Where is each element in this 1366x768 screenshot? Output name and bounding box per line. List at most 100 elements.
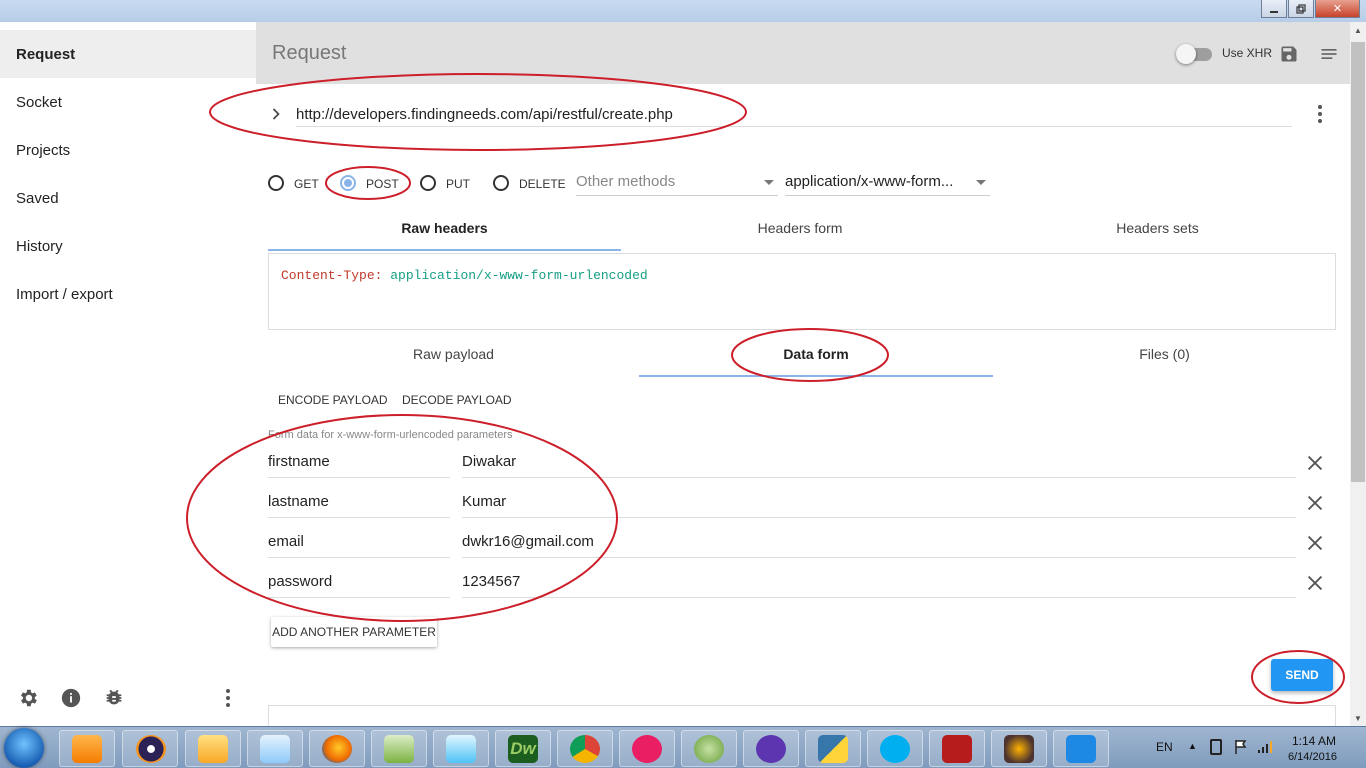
remove-param-icon[interactable] [1304,532,1326,554]
add-parameter-button[interactable]: ADD ANOTHER PARAMETER [271,617,437,647]
url-input[interactable] [296,103,1292,127]
battery-icon[interactable] [1210,739,1222,755]
javaee-ide-icon[interactable] [991,730,1047,767]
sidebar-item-socket[interactable]: Socket [0,78,256,126]
skype-icon[interactable] [867,730,923,767]
file-explorer-icon[interactable] [185,730,241,767]
clock-date[interactable]: 6/14/2016 [1288,751,1337,763]
param-name-input[interactable] [268,526,450,558]
other-methods-placeholder: Other methods [576,173,676,190]
sidebar-item-request[interactable]: Request [0,30,256,78]
main-scrollbar[interactable]: ▲ ▼ [1350,22,1366,726]
header-tab-indicator [268,249,621,251]
tab-headers-form[interactable]: Headers form [621,208,979,248]
remove-param-icon[interactable] [1304,492,1326,514]
sidebar-item-saved[interactable]: Saved [0,174,256,222]
radio-get[interactable] [268,175,284,191]
minimize-button[interactable] [1261,0,1287,18]
android-studio-icon[interactable] [681,730,737,767]
param-row [268,446,1338,480]
gear-icon[interactable] [16,686,40,710]
sidebar-footer [0,686,256,712]
tab-headers-sets[interactable]: Headers sets [979,208,1336,248]
firefox-icon[interactable] [309,730,365,767]
sidebar-item-import-export[interactable]: Import / export [0,270,256,318]
param-row [268,526,1338,560]
chevron-right-icon[interactable] [266,104,286,124]
param-name-input[interactable] [268,446,450,478]
wamp-icon[interactable] [619,730,675,767]
upload-icon[interactable] [1053,730,1109,767]
restore-icon [1296,3,1306,14]
maximize-button[interactable] [1288,0,1314,18]
more-vert-icon[interactable] [218,688,238,708]
send-button[interactable]: SEND [1271,659,1333,691]
param-row [268,566,1338,600]
radio-put[interactable] [420,175,436,191]
radio-delete[interactable] [493,175,509,191]
param-row [268,486,1338,520]
page-title: Request [272,42,347,64]
encode-payload-button[interactable]: ENCODE PAYLOAD [278,393,388,407]
content-type-select[interactable]: application/x-www-form... [785,170,990,196]
param-value-input[interactable] [462,446,1296,478]
minimize-icon [1270,10,1278,13]
other-methods-select[interactable]: Other methods [576,170,778,196]
save-icon[interactable] [1279,44,1299,64]
scroll-up-icon[interactable]: ▲ [1350,22,1366,38]
sidebar-item-history[interactable]: History [0,222,256,270]
notepad-plus-icon[interactable] [371,730,427,767]
use-xhr-toggle[interactable] [1176,44,1212,64]
param-name-input[interactable] [268,486,450,518]
dropdown-caret-icon [976,180,986,185]
network-icon[interactable] [1257,740,1273,754]
tab-files[interactable]: Files (0) [993,334,1336,374]
use-xhr-label: Use XHR [1222,46,1273,60]
notepad-icon[interactable] [247,730,303,767]
method-label-get: GET [294,177,319,191]
github-icon[interactable] [743,730,799,767]
tab-raw-headers[interactable]: Raw headers [268,208,621,248]
start-button[interactable] [4,728,44,768]
clock-time[interactable]: 1:14 AM [1292,734,1336,748]
dreamweaver-icon[interactable]: Dw [495,730,551,767]
param-name-input[interactable] [268,566,450,598]
dropdown-caret-icon [764,180,774,185]
param-value-input[interactable] [462,486,1296,518]
param-value-input[interactable] [462,566,1296,598]
eclipse-icon[interactable] [122,730,178,767]
url-options-icon[interactable] [1310,104,1330,124]
header-value: application/x-www-form-urlencoded [390,268,648,283]
raw-headers-editor[interactable]: Content-Type: application/x-www-form-url… [268,253,1336,330]
radio-post[interactable] [340,175,356,191]
scrollbar-thumb[interactable] [1351,42,1365,482]
header-key: Content-Type: [281,268,383,283]
param-value-input[interactable] [462,526,1296,558]
remote-desktop-icon[interactable] [433,730,489,767]
menu-icon[interactable] [1319,44,1339,64]
info-icon[interactable] [59,686,83,710]
tray-expand-icon[interactable]: ▲ [1188,741,1198,751]
bug-icon[interactable] [102,686,126,710]
windows-taskbar: Dw EN ▲ 1:14 AM 6/14/2016 [0,726,1366,768]
scroll-down-icon[interactable]: ▼ [1350,710,1366,726]
method-label-post: POST [366,177,399,191]
decode-payload-button[interactable]: DECODE PAYLOAD [402,393,512,407]
language-indicator[interactable]: EN [1156,740,1173,754]
method-label-delete: DELETE [519,177,566,191]
remove-param-icon[interactable] [1304,572,1326,594]
tab-raw-payload[interactable]: Raw payload [268,334,639,374]
sidebar-item-projects[interactable]: Projects [0,126,256,174]
chrome-icon[interactable] [557,730,613,767]
python-icon[interactable] [805,730,861,767]
tab-data-form[interactable]: Data form [639,334,993,374]
remove-param-icon[interactable] [1304,452,1326,474]
close-icon: ✕ [1332,3,1343,15]
flag-icon[interactable] [1234,739,1248,755]
form-data-hint: Form data for x-www-form-urlencoded para… [268,429,513,441]
media-player-icon[interactable] [59,730,115,767]
close-window-button[interactable]: ✕ [1315,0,1360,18]
filezilla-icon[interactable] [929,730,985,767]
window-title-bar: ✕ [0,0,1366,22]
sidebar: Request Socket Projects Saved History Im… [0,22,256,726]
